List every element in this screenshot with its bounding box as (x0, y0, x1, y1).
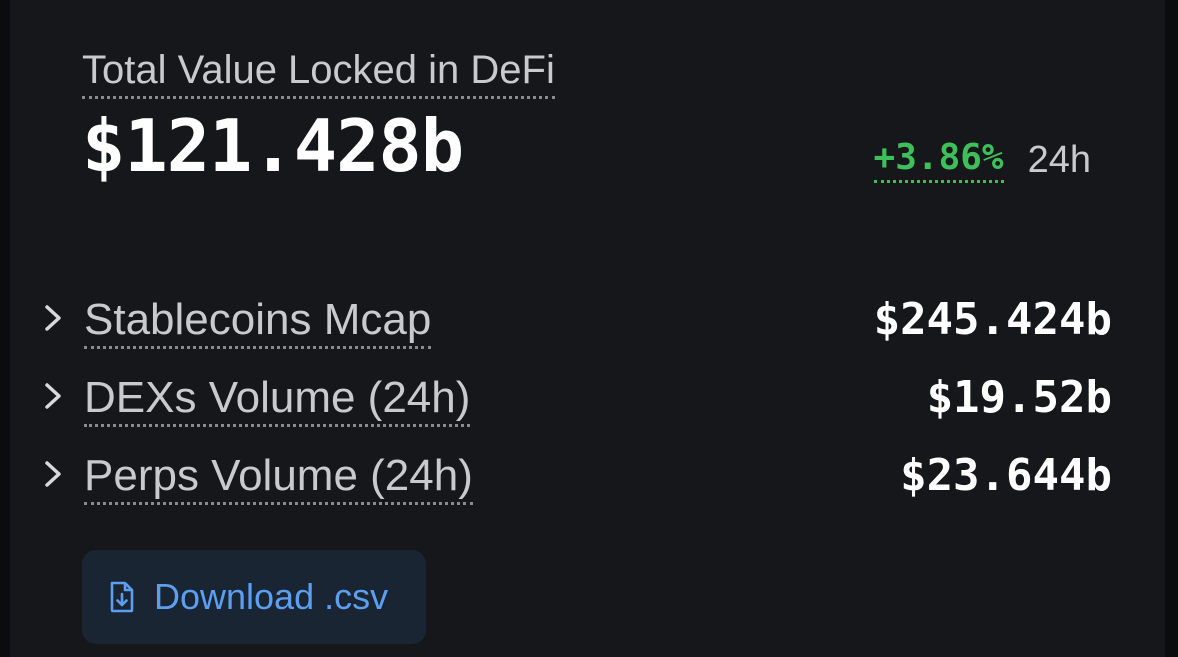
chevron-right-icon[interactable] (40, 456, 66, 492)
download-csv-button[interactable]: Download .csv (82, 550, 426, 644)
metric-row-perps-volume[interactable]: Perps Volume (24h) $23.644b (10, 442, 1112, 512)
metric-value: $245.424b (873, 294, 1112, 345)
tvl-label[interactable]: Total Value Locked in DeFi (82, 44, 555, 99)
metric-label[interactable]: Stablecoins Mcap (84, 294, 432, 349)
download-csv-label: Download .csv (154, 576, 389, 617)
metric-row-stablecoins[interactable]: Stablecoins Mcap $245.424b (10, 286, 1112, 356)
tvl-value: $121.428b (82, 104, 464, 188)
chevron-right-icon[interactable] (40, 300, 66, 336)
metric-label[interactable]: DEXs Volume (24h) (84, 372, 471, 427)
metric-row-dexs-volume[interactable]: DEXs Volume (24h) $19.52b (10, 364, 1112, 434)
tvl-change: +3.86% 24h (873, 136, 1091, 183)
tvl-change-period: 24h (1027, 138, 1091, 181)
tvl-change-percent[interactable]: +3.86% (873, 136, 1004, 183)
file-download-icon (110, 581, 134, 613)
metric-label[interactable]: Perps Volume (24h) (84, 450, 473, 505)
metric-value: $19.52b (926, 372, 1112, 423)
defi-overview-panel: Total Value Locked in DeFi $121.428b +3.… (10, 0, 1165, 657)
metric-value: $23.644b (900, 450, 1112, 501)
chevron-right-icon[interactable] (40, 378, 66, 414)
